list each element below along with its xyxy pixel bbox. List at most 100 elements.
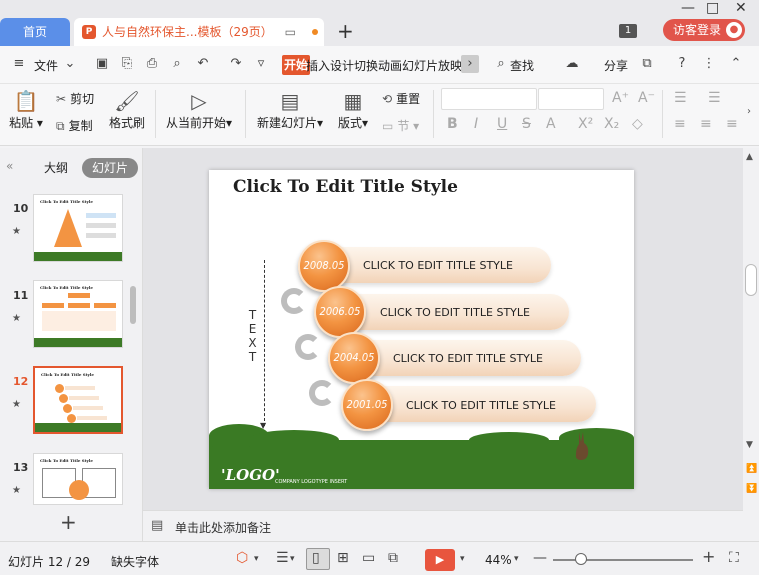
bold-icon[interactable]: B xyxy=(447,116,458,132)
timeline-item-label[interactable]: CLICK TO EDIT TITLE STYLE xyxy=(363,259,513,272)
more-icon[interactable]: ⋮ xyxy=(700,55,718,73)
section-button[interactable]: ▭ 节 ▾ xyxy=(382,117,419,134)
hamburger-icon[interactable]: ≡ xyxy=(10,55,28,73)
zoom-out-icon[interactable]: — xyxy=(533,550,547,566)
year-circle[interactable]: 2006.05 xyxy=(314,286,366,338)
strikethrough-icon[interactable]: S xyxy=(522,116,531,132)
chevron-right-icon[interactable]: › xyxy=(461,55,479,73)
beautify-icon[interactable]: ⬡ xyxy=(236,550,248,566)
notes-bar[interactable]: ▤ 单击此处添加备注 xyxy=(143,510,743,541)
cloud-icon[interactable]: ☁ xyxy=(563,55,581,73)
tab-document[interactable]: P 人与自然环保主...模板（29页） ▭ xyxy=(74,18,324,46)
play-from-current-button[interactable]: ▷ 从当前开始▾ xyxy=(163,88,235,131)
chevron-down-icon[interactable]: ▾ xyxy=(290,554,295,564)
tab-animations[interactable]: 动画 xyxy=(378,57,402,74)
timeline-item-label[interactable]: CLICK TO EDIT TITLE STYLE xyxy=(406,399,556,412)
side-text-label[interactable]: TEXT xyxy=(243,308,263,364)
subscript-icon[interactable]: X₂ xyxy=(604,116,619,132)
collapse-ribbon-icon[interactable]: ⌃ xyxy=(727,55,745,73)
undo-icon[interactable]: ↶ xyxy=(194,55,212,73)
font-color-icon[interactable]: A xyxy=(546,116,556,132)
decrease-font-icon[interactable]: A⁻ xyxy=(638,90,655,106)
page-up-icon[interactable]: ⏫ xyxy=(746,464,757,474)
increase-font-icon[interactable]: A⁺ xyxy=(612,90,629,106)
login-button[interactable]: 访客登录 ● xyxy=(663,19,745,41)
search-icon[interactable]: ⌕ xyxy=(492,55,510,73)
ribbon-scroll-right-icon[interactable]: › xyxy=(747,106,751,117)
chevron-down-icon[interactable]: ▾ xyxy=(514,554,519,564)
window-count-badge[interactable]: 1 xyxy=(619,24,637,38)
align-right-icon[interactable]: ≡ xyxy=(726,116,738,132)
eraser-icon[interactable]: ◇ xyxy=(632,116,643,132)
tab-home[interactable]: 首页 xyxy=(0,18,70,46)
zoom-slider-handle[interactable] xyxy=(575,553,587,565)
numbered-list-icon[interactable]: ☰ xyxy=(708,90,721,106)
timeline-item-label[interactable]: CLICK TO EDIT TITLE STYLE xyxy=(380,306,530,319)
fit-window-icon[interactable]: ⛶ xyxy=(729,550,739,566)
customize-dropdown-icon[interactable]: ▿ xyxy=(252,55,270,73)
slide-sorter-icon[interactable]: ⊞ xyxy=(337,550,349,566)
zoom-in-icon[interactable]: + xyxy=(702,547,715,566)
slide-title[interactable]: Click To Edit Title Style xyxy=(233,177,458,197)
reading-view-icon[interactable]: ▭ xyxy=(362,550,375,566)
collapse-panel-icon[interactable]: « xyxy=(6,159,13,173)
file-menu[interactable]: 文件 xyxy=(34,57,58,74)
save-icon[interactable]: ▣ xyxy=(93,55,111,73)
monitor-icon[interactable]: ▭ xyxy=(285,25,296,39)
share-button[interactable]: 分享 xyxy=(604,57,628,74)
scrollbar-thumb[interactable] xyxy=(745,264,757,296)
tab-slideshow[interactable]: 幻灯片放映 xyxy=(402,57,462,74)
italic-icon[interactable]: I xyxy=(474,116,478,132)
slide-thumbnail-selected[interactable]: Click To Edit Title Style xyxy=(33,366,123,434)
paste-button[interactable]: 📋 粘贴 ▾ xyxy=(8,88,44,131)
help-icon[interactable]: ? xyxy=(673,55,691,73)
logo-text[interactable]: 'LOGO' xyxy=(221,466,280,484)
bullet-list-icon[interactable]: ☰ xyxy=(674,90,687,106)
tab-slides[interactable]: 幻灯片 xyxy=(82,158,138,178)
presenter-view-icon[interactable]: ⧉ xyxy=(388,550,398,566)
timeline-item-label[interactable]: CLICK TO EDIT TITLE STYLE xyxy=(393,352,543,365)
cut-button[interactable]: ✂ 剪切 xyxy=(56,90,94,107)
redo-icon[interactable]: ↷ xyxy=(227,55,245,73)
chevron-down-icon[interactable]: ▾ xyxy=(460,554,465,564)
superscript-icon[interactable]: X² xyxy=(578,116,593,132)
layout-button[interactable]: ▦ 版式▾ xyxy=(334,88,372,131)
minimize-icon[interactable]: — xyxy=(681,0,695,16)
copy-button[interactable]: ⧉ 复制 xyxy=(56,117,93,134)
year-circle[interactable]: 2001.05 xyxy=(341,379,393,431)
notes-placeholder[interactable]: 单击此处添加备注 xyxy=(175,519,271,536)
align-left-icon[interactable]: ≡ xyxy=(674,116,686,132)
export-icon[interactable]: ⎘ xyxy=(118,55,136,73)
print-preview-icon[interactable]: ⌕ xyxy=(168,55,186,73)
year-circle[interactable]: 2004.05 xyxy=(328,332,380,384)
underline-icon[interactable]: U xyxy=(497,116,507,132)
new-tab-button[interactable]: + xyxy=(337,19,354,43)
font-size-select[interactable] xyxy=(538,88,604,110)
slide-thumbnail[interactable]: Click To Edit Title Style xyxy=(33,280,123,348)
clipboard-icon[interactable]: ⧉ xyxy=(638,55,656,73)
chevron-down-icon[interactable]: ▾ xyxy=(254,554,259,564)
missing-fonts-status[interactable]: 缺失字体 xyxy=(111,553,159,570)
align-center-icon[interactable]: ≡ xyxy=(700,116,712,132)
search-button[interactable]: 查找 xyxy=(510,57,534,74)
maximize-icon[interactable]: □ xyxy=(706,0,719,16)
canvas-scrollbar[interactable]: ▲ ▼ ⏫ ⏬ xyxy=(743,148,759,541)
zoom-level[interactable]: 44% xyxy=(485,553,512,567)
add-slide-button[interactable]: + xyxy=(60,510,77,534)
panel-scrollbar[interactable] xyxy=(130,286,136,324)
zoom-slider[interactable] xyxy=(553,559,693,561)
tab-transitions[interactable]: 切换 xyxy=(354,57,378,74)
tab-outline[interactable]: 大纲 xyxy=(44,159,68,176)
tab-design[interactable]: 设计 xyxy=(330,57,354,74)
print-icon[interactable]: ⎙ xyxy=(143,55,161,73)
page-down-icon[interactable]: ⏬ xyxy=(746,484,757,494)
close-icon[interactable]: ✕ xyxy=(735,0,747,16)
format-painter-button[interactable]: 🖌 格式刷 xyxy=(107,88,147,131)
slide-thumbnail[interactable]: Click To Edit Title Style xyxy=(33,194,123,262)
scroll-down-icon[interactable]: ▼ xyxy=(746,440,753,450)
notes-toggle-icon[interactable]: ☰ xyxy=(276,550,289,566)
new-slide-button[interactable]: ▤ 新建幻灯片▾ xyxy=(253,88,327,131)
font-name-select[interactable] xyxy=(441,88,537,110)
year-circle[interactable]: 2008.05 xyxy=(298,240,350,292)
chevron-down-icon[interactable]: ⌄ xyxy=(61,55,79,73)
